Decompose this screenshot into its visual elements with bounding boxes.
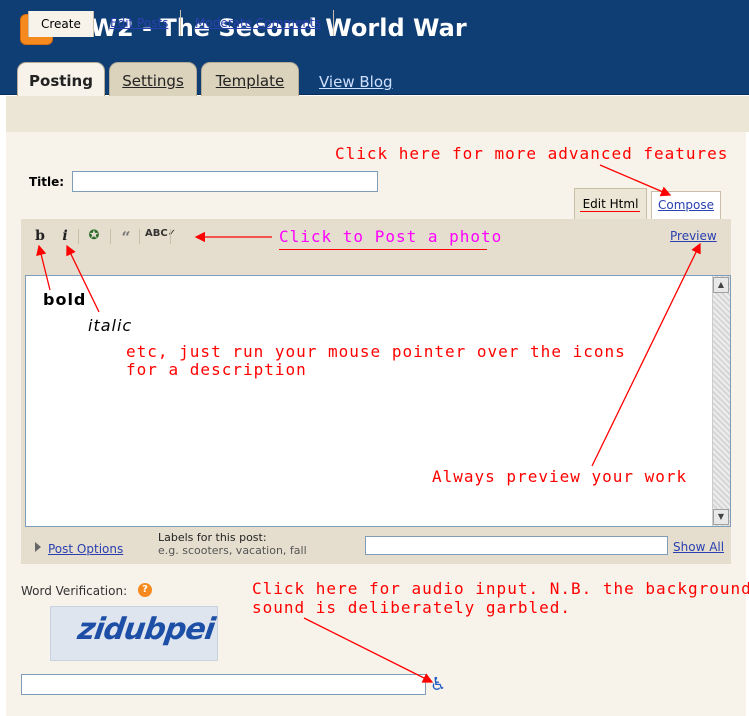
- tab-template[interactable]: Template: [201, 62, 299, 96]
- subtab-edit-posts[interactable]: Edit Posts: [98, 10, 182, 36]
- wheelchair-accessibility-icon[interactable]: ♿: [430, 674, 446, 695]
- tab-posting[interactable]: Posting: [17, 62, 105, 97]
- annotation-compose: Click here for more advanced features: [335, 144, 729, 163]
- spellcheck-icon[interactable]: ABC✓: [145, 228, 176, 245]
- labels-input[interactable]: [365, 536, 668, 555]
- bold-button[interactable]: b: [31, 228, 49, 245]
- captcha-text: zidubpei: [75, 612, 217, 647]
- word-verification-label: Word Verification:: [21, 584, 128, 598]
- post-options-link[interactable]: Post Options: [48, 542, 123, 556]
- annotation-photo: Click to Post a photo: [279, 227, 503, 246]
- sub-navigation: [6, 96, 749, 132]
- help-icon[interactable]: ?: [138, 583, 152, 597]
- annotation-italic: italic: [88, 316, 133, 335]
- annotation-bold: bold: [43, 290, 87, 309]
- title-label: Title:: [29, 175, 65, 189]
- preview-link[interactable]: Preview: [670, 229, 717, 243]
- labels-example: e.g. scooters, vacation, fall: [158, 544, 307, 557]
- toolbar-divider: [139, 229, 140, 244]
- subtab-moderate-comments[interactable]: Moderate Comments: [183, 10, 334, 36]
- show-all-link[interactable]: Show All: [673, 540, 724, 554]
- annotation-preview: Always preview your work: [432, 467, 688, 486]
- title-input[interactable]: [72, 171, 378, 192]
- subtab-create[interactable]: Create: [28, 11, 94, 37]
- annotation-audio-line1: Click here for audio input. N.B. the bac…: [252, 579, 749, 598]
- textarea-scrollbar[interactable]: [712, 276, 730, 526]
- labels-label: Labels for this post:: [158, 531, 267, 544]
- annotation-underline: [279, 249, 487, 250]
- toolbar-divider: [78, 229, 79, 244]
- annotation-underline: [580, 211, 640, 212]
- captcha-input[interactable]: [21, 674, 426, 695]
- annotation-etc-line1: etc, just run your mouse pointer over th…: [126, 342, 626, 361]
- toolbar-divider: [110, 229, 111, 244]
- scroll-down-icon[interactable]: ▼: [713, 509, 729, 525]
- tab-settings[interactable]: Settings: [109, 62, 197, 96]
- view-blog-link[interactable]: View Blog: [319, 73, 393, 91]
- annotation-audio-line2: sound is deliberately garbled.: [252, 598, 571, 617]
- blockquote-icon[interactable]: “: [117, 228, 135, 247]
- post-body-textarea[interactable]: [25, 275, 731, 527]
- tab-edit-html[interactable]: Edit Html: [574, 188, 647, 219]
- scroll-up-icon[interactable]: ▲: [713, 277, 729, 293]
- expand-arrow-icon[interactable]: [35, 542, 41, 552]
- tab-compose[interactable]: Compose: [651, 191, 721, 219]
- annotation-etc-line2: for a description: [126, 360, 307, 379]
- toolbar-divider: [170, 229, 171, 244]
- link-icon[interactable]: ✪: [85, 228, 103, 245]
- italic-button[interactable]: i: [56, 228, 74, 245]
